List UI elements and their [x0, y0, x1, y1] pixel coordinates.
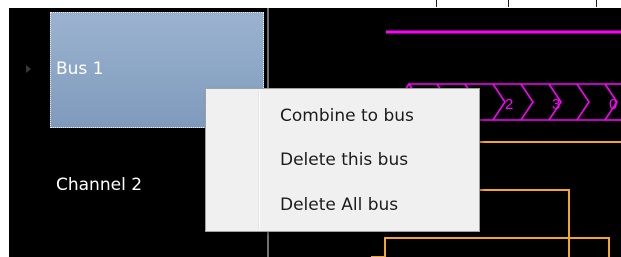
bus-value-label: 3 [552, 96, 560, 113]
menu-item-combine-to-bus[interactable]: Combine to bus [280, 102, 414, 130]
bus-value-label: 0 [609, 96, 617, 113]
menu-item-delete-this-bus[interactable]: Delete this bus [280, 146, 408, 174]
ruler-tick [508, 0, 509, 7]
ruler-tick [596, 0, 597, 7]
bus-label-text: Bus 1 [56, 59, 104, 79]
menu-gutter [258, 91, 260, 229]
channel-row-label[interactable]: Channel 2 [56, 175, 142, 195]
channel-3-waveform [371, 237, 610, 257]
menu-item-delete-all-bus[interactable]: Delete All bus [280, 191, 398, 219]
context-menu: Combine to bus Delete this bus Delete Al… [205, 88, 480, 232]
bus-value-label: 2 [505, 96, 513, 113]
triangle-right-icon[interactable] [26, 65, 31, 73]
ruler-tick [436, 0, 437, 7]
channel-label-text: Channel 2 [56, 175, 143, 195]
logic-analyzer-window: Bus 1 Channel 2 2 3 0 Combine to bus Del… [0, 0, 621, 257]
channel-2-waveform [480, 189, 570, 257]
